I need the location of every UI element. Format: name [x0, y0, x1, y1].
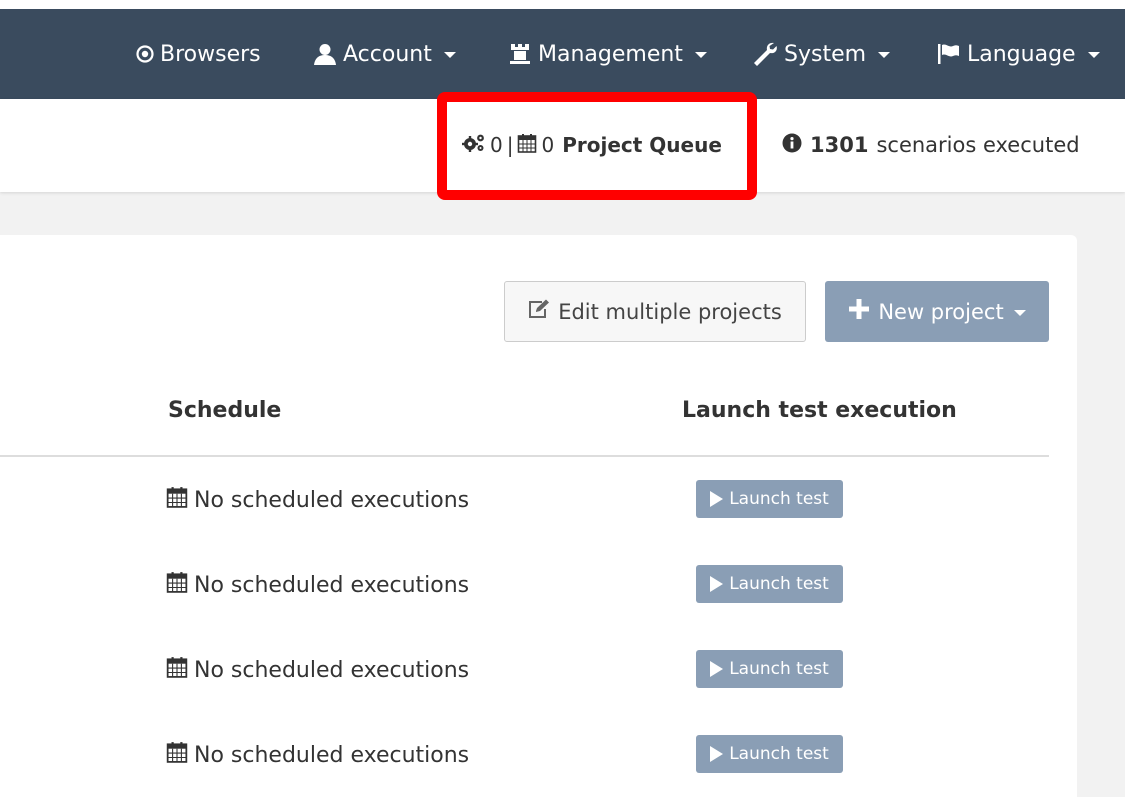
chevron-down-icon [443, 52, 456, 58]
launch-test-label: Launch test [729, 744, 829, 764]
launch-test-button[interactable]: Launch test [696, 565, 843, 603]
table-row-schedule: No scheduled executions [166, 571, 469, 599]
wrench-icon [752, 41, 778, 67]
nav-system-label: System [784, 41, 867, 67]
nav-management-label: Management [538, 41, 683, 67]
nav-account[interactable]: Account [313, 9, 456, 99]
edit-multiple-projects-button[interactable]: Edit multiple projects [504, 281, 806, 342]
top-strip [0, 0, 1125, 9]
executed-label: scenarios executed [876, 133, 1080, 157]
nav-browsers[interactable]: Browsers [136, 9, 261, 99]
nav-management[interactable]: Management [508, 9, 707, 99]
nav-account-label: Account [343, 41, 432, 67]
launch-test-label: Launch test [729, 659, 829, 679]
launch-test-button[interactable]: Launch test [696, 480, 843, 518]
calendar-icon [166, 741, 188, 769]
nav-system[interactable]: System [752, 9, 891, 99]
user-icon [313, 42, 337, 66]
chess-rook-icon [508, 42, 532, 66]
calendar-icon [166, 571, 188, 599]
schedule-text: No scheduled executions [194, 657, 470, 683]
highlight-box [437, 92, 757, 200]
play-icon [710, 746, 724, 762]
chevron-down-icon [694, 52, 707, 58]
play-icon [710, 576, 724, 592]
plus-icon [848, 298, 870, 325]
launch-test-label: Launch test [729, 489, 829, 509]
nav-language-label: Language [967, 41, 1076, 67]
new-project-button[interactable]: New project [825, 281, 1049, 342]
play-icon [710, 491, 724, 507]
schedule-text: No scheduled executions [194, 742, 470, 768]
calendar-icon [166, 656, 188, 684]
launch-test-button[interactable]: Launch test [696, 735, 843, 773]
new-project-label: New project [878, 299, 1004, 324]
top-navbar: Browsers Account Management System Langu… [0, 9, 1125, 99]
edit-multiple-projects-label: Edit multiple projects [558, 299, 782, 324]
chevron-down-icon [1013, 309, 1026, 316]
schedule-text: No scheduled executions [194, 487, 470, 513]
schedule-text: No scheduled executions [194, 572, 470, 598]
flag-icon [937, 43, 961, 65]
column-header-schedule[interactable]: Schedule [168, 398, 281, 423]
executed-count: 1301 [810, 133, 869, 157]
nav-browsers-label: Browsers [160, 41, 261, 67]
table-row-schedule: No scheduled executions [166, 656, 469, 684]
play-icon [710, 661, 724, 677]
info-icon [782, 133, 802, 158]
chevron-down-icon [1087, 52, 1100, 58]
nav-language[interactable]: Language [937, 9, 1100, 99]
launch-test-label: Launch test [729, 574, 829, 594]
table-row-schedule: No scheduled executions [166, 741, 469, 769]
column-header-launch[interactable]: Launch test execution [682, 398, 957, 423]
table-header-divider [0, 455, 1049, 457]
calendar-icon [166, 486, 188, 514]
executed-status: 1301 scenarios executed [782, 131, 1080, 159]
table-row-schedule: No scheduled executions [166, 486, 469, 514]
edit-icon [528, 299, 550, 324]
launch-test-button[interactable]: Launch test [696, 650, 843, 688]
target-icon [136, 45, 154, 63]
chevron-down-icon [878, 52, 891, 58]
